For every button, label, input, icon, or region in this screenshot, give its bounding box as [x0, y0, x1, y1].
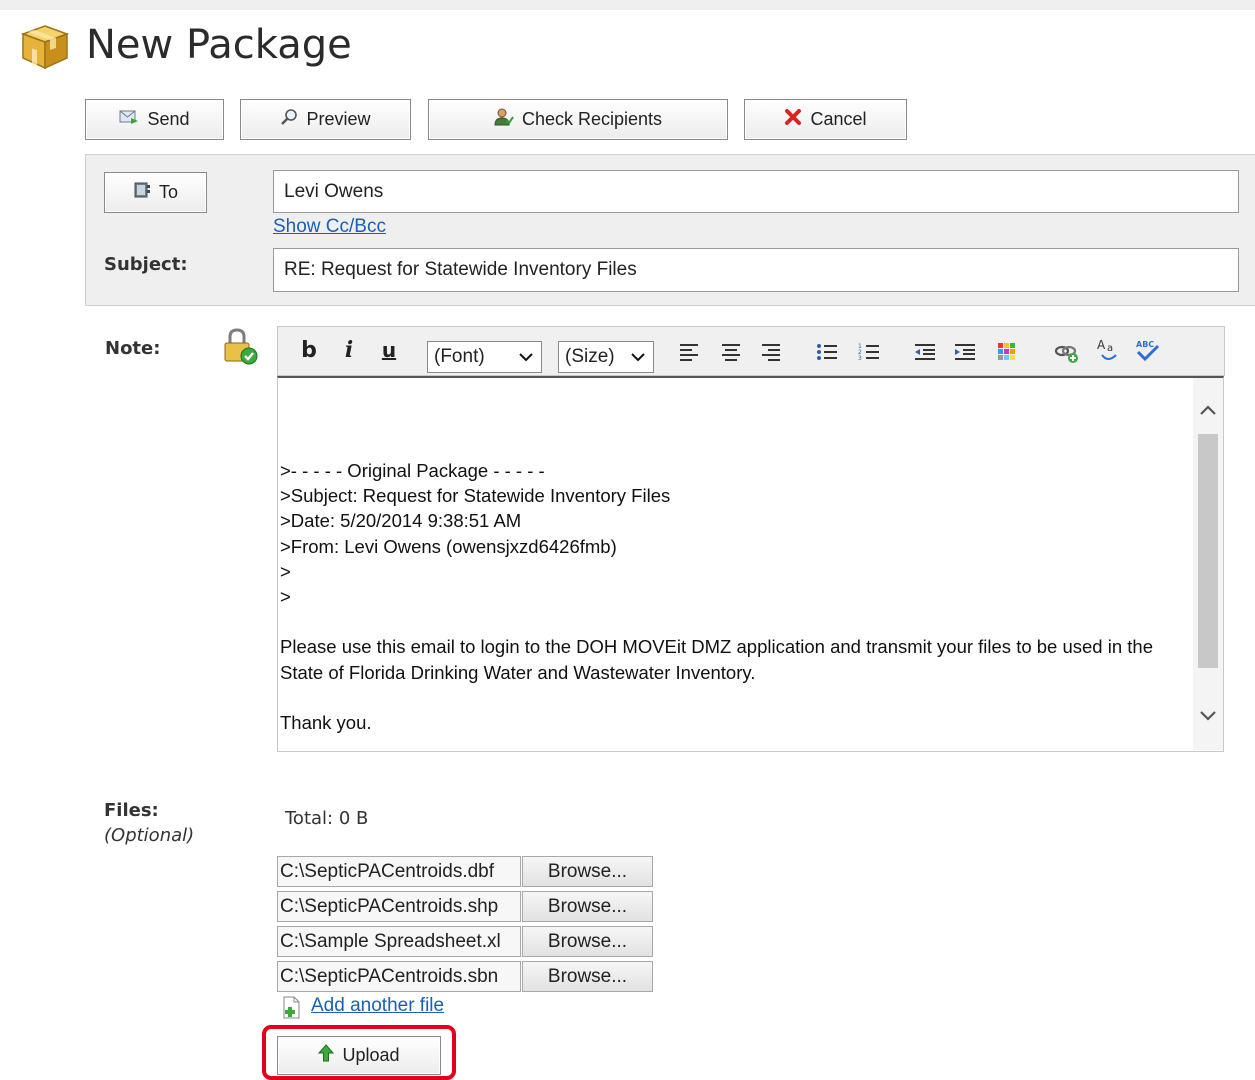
chevron-down-icon [629, 348, 647, 372]
subject-value: RE: Request for Statewide Inventory File… [284, 259, 637, 280]
underline-button[interactable]: u [378, 337, 400, 363]
note-body[interactable]: >- - - - - Original Package - - - - - >S… [280, 458, 1192, 735]
check-recipients-button[interactable]: Check Recipients [428, 99, 728, 140]
file-path-input[interactable]: C:\SepticPACentroids.dbf [277, 856, 521, 887]
to-value: Levi Owens [284, 180, 384, 202]
color-picker-icon[interactable] [996, 341, 1018, 363]
indent-icon[interactable] [954, 341, 976, 363]
package-icon [20, 24, 70, 70]
preview-button[interactable]: Preview [240, 99, 411, 140]
editor-toolbar: b i u (Font) (Size) 123 Aa ABC [277, 326, 1225, 376]
check-recipients-label: Check Recipients [521, 109, 663, 129]
svg-text:ABC: ABC [1136, 340, 1154, 349]
browse-button[interactable]: Browse... [522, 926, 653, 957]
editor-scrollbar[interactable] [1193, 378, 1223, 750]
bold-button[interactable]: b [298, 337, 320, 363]
note-label: Note: [105, 338, 161, 359]
show-cc-bcc-link[interactable]: Show Cc/Bcc [273, 216, 386, 238]
preview-label: Preview [306, 109, 371, 129]
font-select[interactable]: (Font) [427, 341, 542, 373]
subject-label: Subject: [104, 254, 188, 275]
chevron-down-icon [517, 348, 535, 372]
file-path-input[interactable]: C:\SepticPACentroids.shp [277, 891, 521, 922]
to-label: To [158, 182, 178, 202]
send-icon [119, 109, 139, 130]
scroll-up-icon[interactable] [1198, 402, 1218, 421]
file-path-input[interactable]: C:\SepticPACentroids.sbn [277, 961, 521, 992]
size-select-value: (Size) [565, 346, 615, 367]
italic-button[interactable]: i [338, 337, 360, 363]
align-right-icon[interactable] [760, 341, 782, 363]
upload-highlight-box [262, 1025, 456, 1080]
to-field[interactable]: Levi Owens [273, 170, 1239, 213]
scroll-thumb[interactable] [1198, 434, 1218, 668]
send-button[interactable]: Send [85, 99, 224, 140]
bulleted-list-icon[interactable] [816, 341, 838, 363]
lock-check-icon[interactable] [220, 327, 260, 367]
scroll-down-icon[interactable] [1198, 708, 1218, 727]
user-check-icon [494, 108, 514, 131]
spellcheck-icon[interactable]: ABC [1134, 337, 1160, 363]
browse-button[interactable]: Browse... [522, 961, 653, 992]
cancel-button[interactable]: Cancel [744, 99, 907, 140]
magnifier-icon [280, 108, 298, 131]
to-button[interactable]: To [104, 172, 207, 213]
file-path-input[interactable]: C:\Sample Spreadsheet.xl [277, 926, 521, 957]
svg-text:3: 3 [858, 355, 862, 361]
note-editor[interactable]: >- - - - - Original Package - - - - - >S… [277, 376, 1224, 752]
files-total: Total: 0 B [285, 808, 369, 829]
align-center-icon[interactable] [720, 341, 742, 363]
send-label: Send [147, 109, 190, 129]
address-book-icon [133, 181, 151, 204]
insert-link-icon[interactable] [1054, 341, 1080, 365]
size-select[interactable]: (Size) [558, 341, 654, 373]
add-file-icon[interactable] [281, 996, 303, 1024]
cancel-label: Cancel [810, 109, 867, 129]
red-x-icon [784, 108, 802, 131]
numbered-list-icon[interactable]: 123 [858, 341, 880, 363]
subject-field[interactable]: RE: Request for Statewide Inventory File… [273, 248, 1239, 292]
text-style-icon[interactable]: Aa [1096, 337, 1120, 363]
top-border [0, 0, 1255, 10]
font-select-value: (Font) [434, 346, 485, 367]
align-left-icon[interactable] [678, 341, 700, 363]
files-optional-label: (Optional) [104, 825, 195, 846]
add-another-file-link[interactable]: Add another file [311, 995, 444, 1017]
browse-button[interactable]: Browse... [522, 856, 653, 887]
page-title: New Package [86, 22, 352, 68]
svg-text:A: A [1097, 338, 1106, 352]
outdent-icon[interactable] [914, 341, 936, 363]
browse-button[interactable]: Browse... [522, 891, 653, 922]
svg-text:a: a [1107, 343, 1113, 354]
files-label: Files: [104, 800, 159, 821]
